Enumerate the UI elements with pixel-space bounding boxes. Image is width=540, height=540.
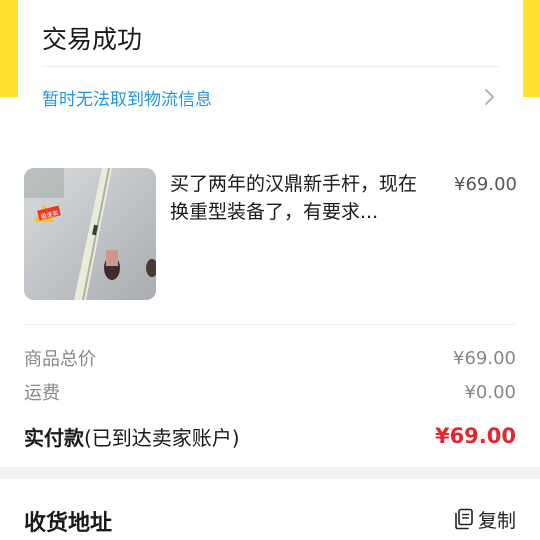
logistics-info-link[interactable]: 暂时无法取到物流信息 [42,80,499,114]
goods-total-row: 商品总价 ¥69.00 [24,343,516,373]
paid-value: ¥69.00 [434,424,516,448]
divider [42,66,499,67]
shipping-label: 运费 [24,383,60,404]
address-title: 收货地址 [24,511,113,536]
paid-row: 实付款(已到达卖家账户) ¥69.00 [24,418,516,454]
item-photo: 极速卖 [24,168,156,300]
shipping-value: ¥0.00 [464,381,516,403]
order-item[interactable]: 极速卖 买了两年的汉鼎新手杆，现在换重型装备了，有要求... ¥69.00 [24,168,519,300]
goods-total-label: 商品总价 [24,349,96,370]
item-thumbnail[interactable]: 极速卖 [24,168,156,300]
logistics-info-text: 暂时无法取到物流信息 [42,89,212,110]
paid-label-group: 实付款(已到达卖家账户) [24,422,240,451]
chevron-right-icon [485,89,494,105]
copy-address-button[interactable]: 复制 [454,505,516,533]
paid-note: (已到达卖家账户) [84,425,240,450]
item-price: ¥69.00 [454,174,517,195]
item-title: 买了两年的汉鼎新手杆，现在换重型装备了，有要求... [170,173,418,223]
divider [24,324,516,325]
copy-icon [455,508,473,530]
shipping-row: 运费 ¥0.00 [24,377,516,407]
section-separator [0,467,540,479]
order-status-title: 交易成功 [42,25,143,54]
order-status-card: 交易成功 暂时无法取到物流信息 [18,0,523,132]
goods-total-value: ¥69.00 [453,347,516,369]
paid-label: 实付款 [24,425,84,450]
copy-label: 复制 [477,509,516,532]
